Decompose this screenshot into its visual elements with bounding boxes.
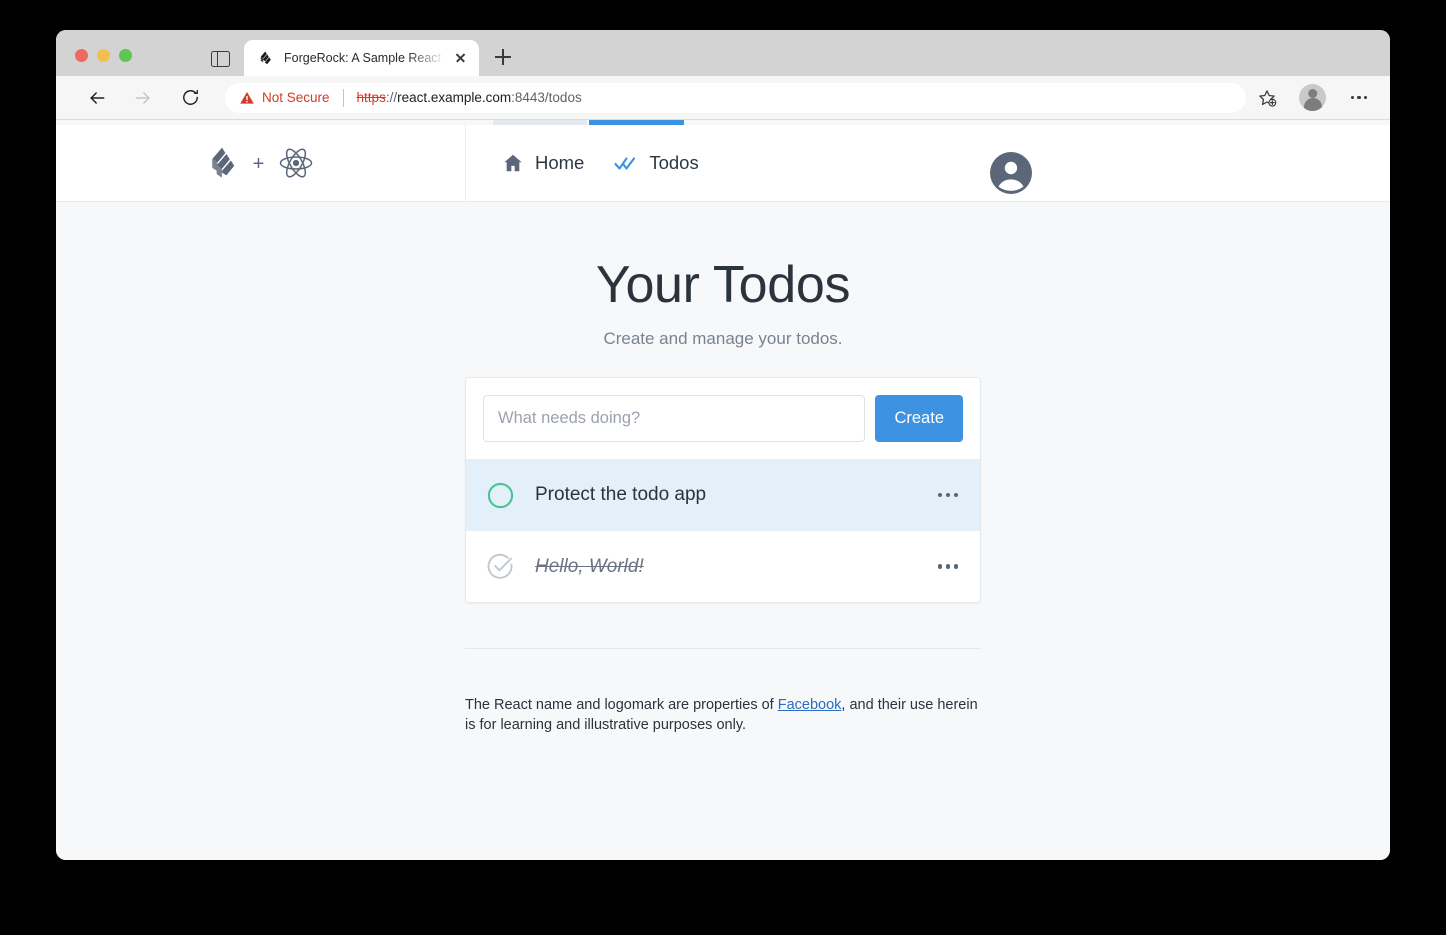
browser-tab-strip: ForgeRock: A Sample React (W [56,30,1390,76]
app-header: + Home Todos [56,125,1390,202]
todo-label: Hello, World! [535,555,644,577]
maximize-window-button[interactable] [119,49,132,62]
todo-label: Protect the todo app [535,484,707,505]
page-subtitle: Create and manage your todos. [603,329,843,348]
footer-text-before: The React name and logomark are properti… [465,697,778,713]
avatar-body [1303,98,1322,111]
brand-plus-label: + [252,153,265,175]
facebook-link[interactable]: Facebook [778,697,842,713]
account-avatar-icon[interactable] [1299,84,1326,111]
page-viewport: + Home Todos Your Todos Create and manag… [56,120,1390,860]
check-circle-icon[interactable] [486,552,515,581]
star-plus-icon[interactable] [1252,83,1282,113]
create-todo-row: Create [466,378,980,460]
close-window-button[interactable] [75,49,88,62]
home-icon [504,154,522,172]
browser-tab-title: ForgeRock: A Sample React (W [284,51,449,65]
react-atom-logo-icon [280,148,313,178]
browser-tab[interactable]: ForgeRock: A Sample React (W [244,40,479,76]
nav-link-todos[interactable]: Todos [614,151,699,175]
three-dots-horizontal-icon[interactable] [935,554,961,580]
nav-link-todos-label: Todos [649,152,699,173]
browser-window: ForgeRock: A Sample React (W Not Secure … [56,30,1390,860]
address-bar[interactable]: Not Secure https://react.example.com:844… [225,82,1246,113]
window-traffic-lights [75,49,132,62]
url-path: :8443/todos [511,90,582,105]
main-content: Your Todos Create and manage your todos.… [56,202,1390,860]
arrow-left-icon[interactable] [82,83,112,113]
forgerock-logo-icon [211,147,234,178]
url-scheme: https [356,90,386,105]
url-separator: :// [385,90,398,105]
three-dots-horizontal-icon[interactable] [935,482,961,508]
page-title: Your Todos [595,256,851,314]
plus-icon[interactable] [491,45,515,69]
minimize-window-button[interactable] [97,49,110,62]
todo-list-item[interactable]: Hello, World! [466,531,980,602]
todo-card: Create Protect the todo app [465,377,981,603]
omnibox-divider [342,88,344,107]
nav-link-home-label: Home [535,152,585,173]
page-footer: The React name and logomark are properti… [465,648,981,735]
app-nav: Home Todos [502,151,699,175]
circle-outline-icon[interactable] [486,481,515,510]
security-label: Not Secure [262,90,330,105]
brand-logos: + [56,125,466,201]
account-circle-icon[interactable] [989,151,1033,195]
create-button[interactable]: Create [875,395,963,442]
nav-link-home[interactable]: Home [502,152,584,174]
url-host: react.example.com [397,90,512,105]
security-status[interactable]: Not Secure [239,90,330,106]
avatar-head [1307,88,1318,98]
forgerock-logo-icon [260,51,271,64]
arrow-right-icon [128,83,158,113]
url-text: https://react.example.com:8443/todos [357,90,582,105]
todo-input[interactable] [483,395,866,442]
footer-text: The React name and logomark are properti… [465,696,981,735]
sidebar-panel-icon[interactable] [211,51,230,67]
close-icon[interactable] [451,49,469,67]
double-check-icon [614,157,636,170]
footer-divider [465,648,981,649]
reload-icon[interactable] [175,83,205,113]
browser-toolbar: Not Secure https://react.example.com:844… [56,76,1390,120]
todo-list-item[interactable]: Protect the todo app [466,460,980,531]
warning-triangle-icon [240,91,254,104]
three-dots-vertical-icon[interactable] [1344,83,1374,113]
